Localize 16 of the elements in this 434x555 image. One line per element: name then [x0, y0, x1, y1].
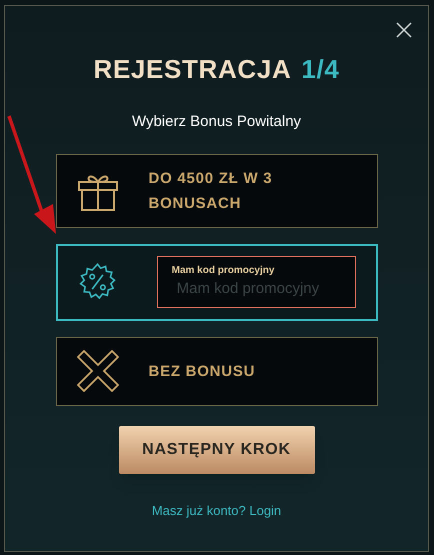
bonus-option[interactable]: Mam kod promocyjny Mam kod promocyjny [56, 244, 378, 320]
promo-code-field[interactable]: Mam kod promocyjny Mam kod promocyjny [156, 256, 356, 308]
close-button[interactable] [394, 20, 414, 40]
step-counter: 1/4 [301, 53, 340, 86]
next-step-button[interactable]: NASTĘPNY KROK [118, 426, 314, 474]
cross-icon [76, 350, 118, 392]
option-label: BEZ BONUSU [148, 362, 256, 382]
promo-code-input[interactable]: Mam kod promocyjny [172, 278, 340, 301]
dialog-title: REJESTRACJA [94, 53, 292, 86]
option-label: DO 4500 ZŁ W 3 BONUSACH [148, 168, 274, 214]
field-label: Mam kod promocyjny [172, 264, 276, 278]
dialog-subtitle: Wybierz Bonus Powitalny [132, 112, 302, 132]
login-link[interactable]: Masz już konto? Login [152, 500, 282, 520]
bonus-option[interactable]: DO 4500 ZŁ W 3 BONUSACH [56, 154, 378, 228]
bonus-option[interactable]: BEZ BONUSU [56, 336, 378, 406]
close-icon [394, 20, 414, 40]
